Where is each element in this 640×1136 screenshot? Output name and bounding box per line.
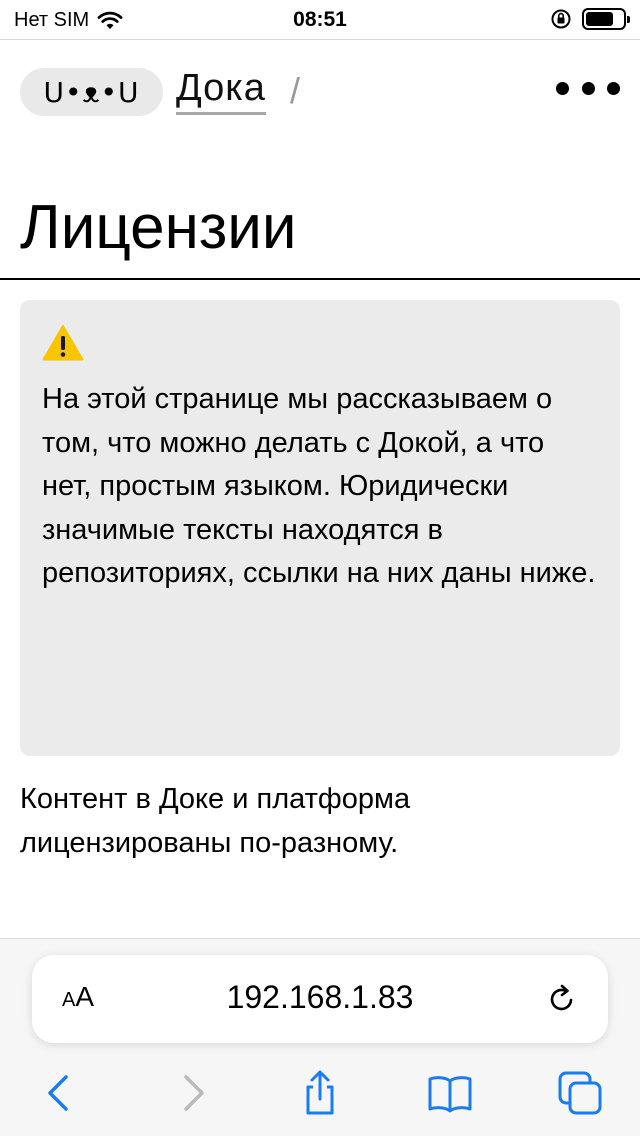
warning-callout: На этой странице мы рассказываем о том, … — [20, 300, 620, 756]
status-time: 08:51 — [293, 8, 347, 31]
breadcrumb-separator: / — [290, 70, 301, 111]
page-title: Лицензии — [20, 193, 297, 262]
more-dot-icon — [581, 81, 595, 95]
share-icon[interactable] — [296, 1069, 344, 1117]
tabs-icon[interactable] — [556, 1069, 604, 1117]
more-dot-icon — [556, 81, 569, 95]
site-logo[interactable]: U•ᴥ•U — [20, 68, 163, 116]
more-dot-icon — [607, 81, 620, 95]
bookmarks-icon[interactable] — [426, 1069, 474, 1117]
forward-arrow-icon[interactable] — [168, 1069, 216, 1117]
back-arrow-icon[interactable] — [36, 1069, 84, 1117]
site-header: U•ᴥ•U Дока / — [0, 40, 640, 140]
battery-icon — [582, 8, 630, 30]
warning-icon — [42, 325, 84, 361]
logo-text: U•ᴥ•U — [43, 75, 140, 109]
title-divider — [0, 278, 640, 280]
status-indicators — [550, 8, 630, 30]
orientation-lock-icon — [551, 9, 571, 29]
intro-paragraph: Контент в Доке и платформа лицензированы… — [20, 783, 411, 859]
more-menu-button[interactable] — [556, 78, 620, 98]
browser-toolbar: AA 192.168.1.83 — [0, 938, 640, 1136]
battery-cap — [627, 16, 630, 23]
browser-nav-row — [0, 1063, 640, 1123]
status-bar: Нет SIM 08:51 — [0, 0, 640, 40]
battery-level — [586, 12, 613, 26]
reload-icon[interactable] — [544, 981, 580, 1017]
breadcrumb-doka-link[interactable]: Дока — [176, 66, 266, 115]
address-bar[interactable]: AA 192.168.1.83 — [32, 955, 608, 1043]
url-text[interactable]: 192.168.1.83 — [32, 979, 608, 1016]
callout-text: На этой странице мы рассказываем о том, … — [42, 383, 596, 589]
